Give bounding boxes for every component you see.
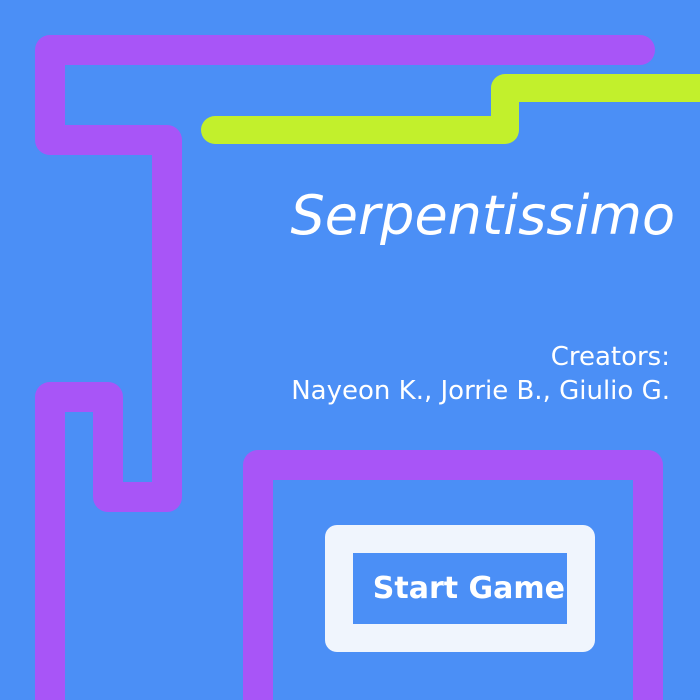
start-game-button[interactable]: Start Game [325,525,595,652]
creators-label: Creators: [550,342,670,372]
game-title: Serpentissimo [290,184,675,247]
title-screen: Serpentissimo Creators: Nayeon K., Jorri… [0,0,700,700]
creators-names: Nayeon K., Jorrie B., Giulio G. [291,376,670,406]
green-snake [201,74,700,144]
credits: Creators: Nayeon K., Jorrie B., Giulio G… [291,340,670,408]
start-game-label: Start Game [372,571,565,606]
